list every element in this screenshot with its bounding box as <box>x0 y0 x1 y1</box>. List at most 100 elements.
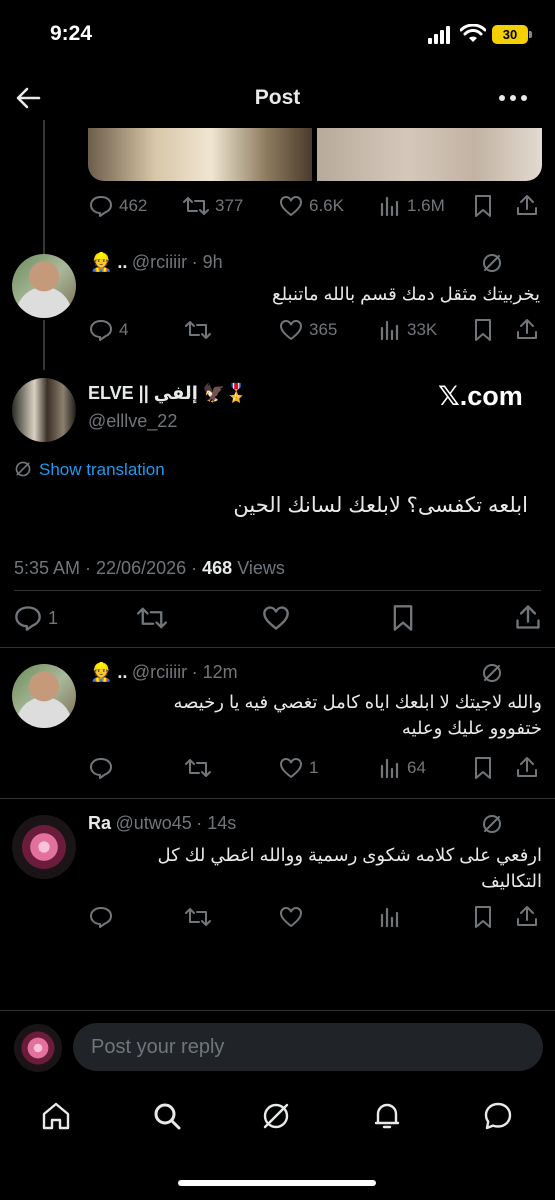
bookmark-button[interactable] <box>390 604 416 632</box>
like-button[interactable] <box>262 604 290 632</box>
grok-icon[interactable] <box>481 662 503 684</box>
reply-count: 462 <box>119 196 148 215</box>
post-meta: 5:35 AM · 22/06/2026 · 468 Views <box>14 558 285 579</box>
divider <box>0 1010 555 1011</box>
avatar[interactable] <box>12 664 76 728</box>
my-avatar[interactable] <box>14 1024 62 1072</box>
home-icon[interactable] <box>40 1100 72 1132</box>
grok-icon[interactable] <box>481 813 503 835</box>
share-button[interactable] <box>515 904 539 928</box>
more-options-icon[interactable] <box>498 86 528 110</box>
reply-button[interactable] <box>89 756 113 780</box>
post-time: · 14s <box>196 813 237 833</box>
translate-icon <box>14 460 32 478</box>
reply-icon <box>90 320 112 341</box>
share-icon <box>517 319 537 339</box>
reply-header: 👷 .. @rciiiir · 9h <box>90 252 223 273</box>
divider <box>0 798 555 799</box>
views-icon <box>380 907 399 928</box>
heart-icon <box>280 907 302 927</box>
reply-button[interactable]: 462 <box>89 194 147 218</box>
show-translation-link[interactable]: Show translation <box>39 460 165 480</box>
user-handle[interactable]: @elllve_22 <box>88 411 177 432</box>
bookmark-button[interactable] <box>472 905 494 929</box>
share-icon <box>517 195 537 215</box>
reply-icon <box>90 758 112 779</box>
battery-icon: 30 <box>492 25 528 44</box>
views-button[interactable]: 64 <box>379 756 426 780</box>
watermark: 𝕏.com <box>438 381 523 411</box>
repost-button[interactable] <box>185 756 211 780</box>
grok-icon[interactable] <box>260 1100 292 1132</box>
avatar[interactable] <box>12 815 76 879</box>
reply-icon <box>15 606 41 631</box>
user-handle[interactable]: @utwo45 <box>115 813 191 833</box>
views-button[interactable]: 33K <box>379 318 437 342</box>
display-name[interactable]: 👷 .. <box>90 252 127 272</box>
search-icon[interactable] <box>151 1100 183 1132</box>
reply-button[interactable] <box>89 905 113 929</box>
views-button[interactable] <box>379 905 401 929</box>
reply-count: 4 <box>119 320 129 339</box>
reply-text-line1: والله لاجيتك لا ابلعك اياه كامل تغصي فيه… <box>173 692 542 712</box>
share-button[interactable] <box>515 755 539 779</box>
page-title: Post <box>254 86 301 109</box>
notifications-icon[interactable] <box>371 1100 403 1132</box>
bookmark-button[interactable] <box>472 194 494 218</box>
bookmark-button[interactable] <box>472 756 494 780</box>
bookmark-icon <box>475 906 491 928</box>
avatar[interactable] <box>12 254 76 318</box>
repost-count: 377 <box>215 196 244 215</box>
share-icon <box>517 757 537 777</box>
like-button[interactable]: 6.6K <box>279 194 344 218</box>
status-bar: 9:24 30 <box>0 0 555 70</box>
views-count: 1.6M <box>407 196 445 215</box>
views-icon <box>380 196 399 217</box>
share-button[interactable] <box>515 193 539 217</box>
reply-header: 👷 .. @rciiiir · 12m <box>90 662 238 683</box>
display-name[interactable]: Ra <box>88 813 111 833</box>
user-handle[interactable]: @rciiiir <box>132 662 187 682</box>
share-icon <box>516 605 540 629</box>
views-button[interactable]: 1.6M <box>379 194 445 218</box>
reply-input[interactable]: Post your reply <box>73 1023 543 1071</box>
reply-icon <box>90 196 112 217</box>
battery-tip <box>529 31 532 38</box>
views-number: 468 <box>202 558 233 578</box>
heart-icon <box>280 196 302 216</box>
divider <box>14 590 541 591</box>
reply-header: Ra @utwo45 · 14s <box>88 813 236 834</box>
views-count: 64 <box>407 758 426 777</box>
heart-icon <box>263 606 289 630</box>
display-name[interactable]: ELVE || إلفي 🦅🎖️ <box>88 383 248 404</box>
like-button[interactable]: 1 <box>279 756 318 780</box>
reply-text-line2: التكاليف <box>481 871 542 891</box>
messages-icon[interactable] <box>482 1100 514 1132</box>
reply-button[interactable]: 4 <box>89 318 128 342</box>
like-button[interactable]: 365 <box>279 318 337 342</box>
repost-button[interactable] <box>137 604 167 632</box>
post-image-1[interactable] <box>88 128 312 181</box>
repost-button[interactable]: 377 <box>183 194 243 218</box>
thread-line <box>43 120 45 254</box>
share-button[interactable] <box>515 317 539 341</box>
like-count: 365 <box>309 320 338 339</box>
avatar[interactable] <box>12 378 76 442</box>
views-label: Views <box>237 558 285 578</box>
like-button[interactable] <box>279 905 303 929</box>
post-image-2[interactable] <box>317 128 542 181</box>
views-icon <box>380 320 399 341</box>
repost-icon <box>185 908 211 926</box>
bookmark-icon <box>475 757 491 779</box>
thread-line <box>43 320 45 370</box>
grok-icon[interactable] <box>481 252 503 274</box>
reply-button[interactable]: 1 <box>14 604 58 632</box>
share-button[interactable] <box>514 603 542 631</box>
display-name[interactable]: 👷 .. <box>90 662 127 682</box>
repost-button[interactable] <box>185 318 211 342</box>
repost-button[interactable] <box>185 905 211 929</box>
bookmark-button[interactable] <box>472 318 494 342</box>
like-count: 6.6K <box>309 196 344 215</box>
user-handle[interactable]: @rciiiir <box>132 252 187 272</box>
heart-icon <box>280 320 302 340</box>
